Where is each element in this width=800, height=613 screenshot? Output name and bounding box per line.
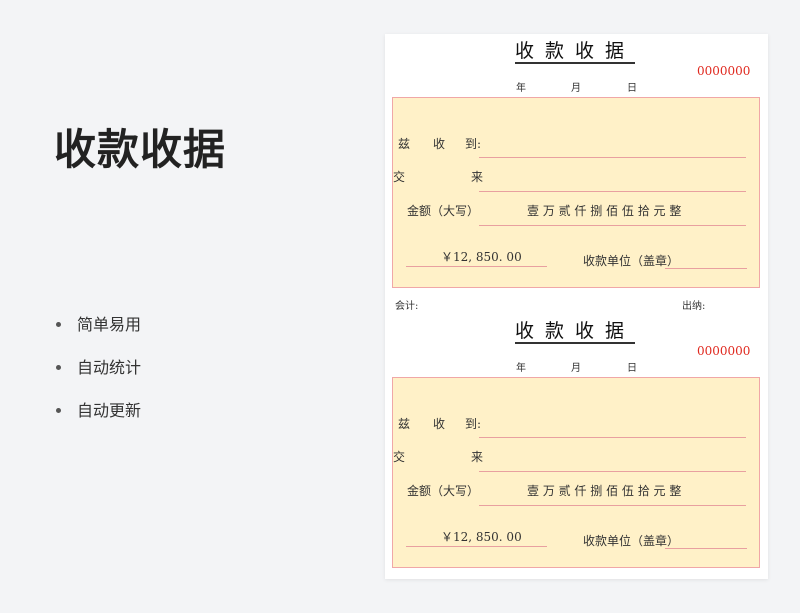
receipt-number: 0000000	[697, 344, 751, 358]
feature-label: 自动统计	[77, 358, 142, 377]
date-month: 月	[571, 363, 581, 374]
amount-label: 金额（大写）	[407, 204, 480, 218]
amount-figure: ￥12, 850. 00	[441, 530, 522, 544]
receipt-1: 收款收据 0000000 年 月 日 兹 收 到: 交 来 金额（大写） 壹 万…	[385, 34, 768, 314]
accountant-label: 会计:	[395, 301, 419, 312]
feature-item: 简单易用	[52, 312, 141, 355]
receipt-paper: 收款收据 0000000 年 月 日 兹 收 到: 交 来 金额（大写） 壹 万…	[385, 34, 768, 579]
payee-line[interactable]	[665, 268, 747, 269]
payee-label: 收款单位（盖章）	[583, 254, 680, 268]
received-from-label: 到:	[465, 417, 482, 431]
payment-label: 交	[393, 450, 406, 464]
cashier-label: 出纳:	[682, 301, 706, 312]
payment-label: 来	[471, 170, 484, 184]
date-day: 日	[627, 363, 637, 374]
amount-label: 金额（大写）	[407, 484, 480, 498]
amount-figure-line[interactable]	[406, 546, 547, 547]
receipt-number: 0000000	[697, 64, 751, 78]
feature-item: 自动更新	[52, 398, 141, 441]
amount-words: 壹 万 贰 仟 捌 佰 伍 拾 元 整	[527, 484, 682, 498]
received-from-label: 兹	[398, 417, 411, 431]
received-from-label: 到:	[465, 137, 482, 151]
feature-list: 简单易用 自动统计 自动更新	[52, 312, 141, 441]
received-from-label: 收	[433, 417, 446, 431]
payee-line[interactable]	[665, 548, 747, 549]
payment-label: 交	[393, 170, 406, 184]
payment-label: 来	[471, 450, 484, 464]
amount-line[interactable]	[479, 505, 746, 506]
received-from-label: 兹	[398, 137, 411, 151]
amount-words: 壹 万 贰 仟 捌 佰 伍 拾 元 整	[527, 204, 682, 218]
received-from-label: 收	[433, 137, 446, 151]
received-from-line[interactable]	[479, 157, 746, 158]
received-from-line[interactable]	[479, 437, 746, 438]
amount-figure: ￥12, 850. 00	[441, 250, 522, 264]
receipt-title: 收款收据	[515, 40, 636, 64]
payee-label: 收款单位（盖章）	[583, 534, 680, 548]
bullet-icon	[56, 322, 61, 327]
receipt-body: 兹 收 到: 交 来 金额（大写） 壹 万 贰 仟 捌 佰 伍 拾 元 整 ￥1…	[392, 377, 760, 568]
amount-figure-line[interactable]	[406, 266, 547, 267]
bullet-icon	[56, 408, 61, 413]
page-title: 收款收据	[54, 125, 227, 174]
receipt-body: 兹 收 到: 交 来 金额（大写） 壹 万 贰 仟 捌 佰 伍 拾 元 整 ￥1…	[392, 97, 760, 288]
date-year: 年	[516, 363, 526, 374]
receipt-title: 收款收据	[515, 320, 636, 344]
feature-item: 自动统计	[52, 355, 141, 398]
date-month: 月	[571, 83, 581, 94]
amount-line[interactable]	[479, 225, 746, 226]
date-day: 日	[627, 83, 637, 94]
date-year: 年	[516, 83, 526, 94]
receipt-2: 收款收据 0000000 年 月 日 兹 收 到: 交 来 金额（大写） 壹 万…	[385, 314, 768, 594]
feature-label: 简单易用	[77, 315, 142, 334]
payment-line[interactable]	[479, 471, 746, 472]
bullet-icon	[56, 365, 61, 370]
feature-label: 自动更新	[77, 401, 142, 420]
payment-line[interactable]	[479, 191, 746, 192]
